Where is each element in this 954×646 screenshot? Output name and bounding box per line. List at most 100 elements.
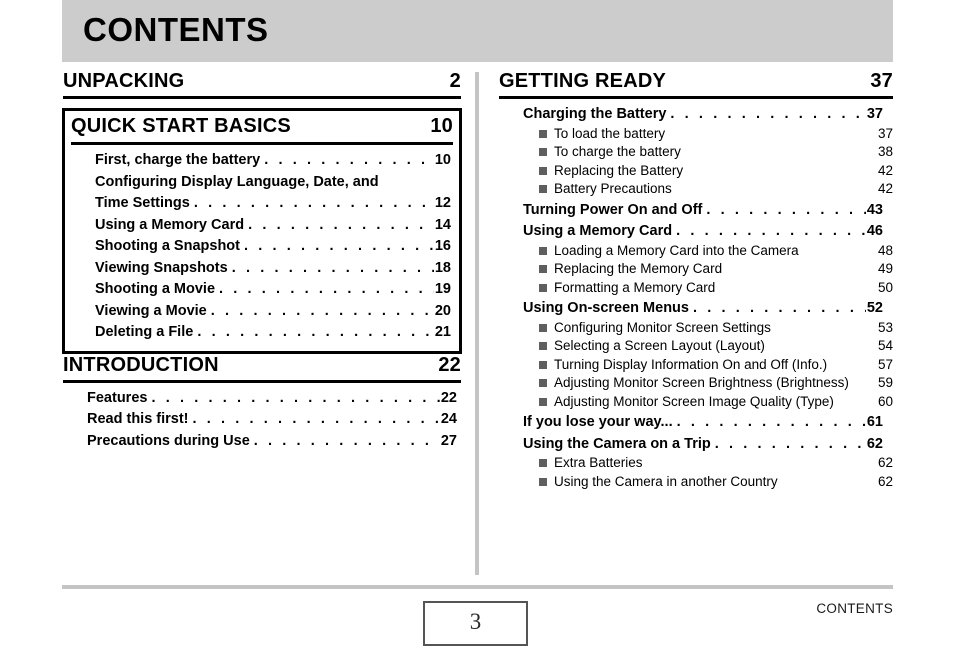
toc-subentry-page: 42: [877, 162, 893, 178]
square-bullet-icon: [539, 166, 547, 175]
toc-subentry-page: 59: [877, 375, 893, 390]
toc-leader-dots: . . . . . . . . . . . . . . . . . . . . …: [670, 106, 865, 122]
toc-section-page: 22: [438, 353, 461, 376]
toc-section-heading[interactable]: GETTING READY 37: [499, 70, 893, 99]
toc-subentry-label: To load the battery: [554, 125, 666, 141]
square-bullet-icon: [539, 129, 547, 138]
toc-entry-page: 43: [866, 201, 883, 218]
toc-entry[interactable]: Viewing a Movie. . . . . . . . . . . . .…: [71, 302, 453, 322]
toc-entry[interactable]: Using the Camera on a Trip. . . . . . . …: [499, 435, 893, 455]
toc-subentry-label: Formatting a Memory Card: [554, 279, 716, 295]
toc-leader-dots: . . . . . . . . . . . . . . . . . . . . …: [244, 238, 434, 254]
toc-entry-page: 62: [866, 435, 883, 452]
toc-right-column: GETTING READY 37 Charging the Battery. . .…: [498, 70, 894, 491]
toc-entry-label: Using a Memory Card: [523, 223, 673, 239]
toc-section-page: 2: [449, 70, 461, 92]
square-bullet-icon: [539, 185, 547, 194]
toc-entry-label: Time Settings: [95, 195, 190, 211]
page-number-box: 3: [423, 601, 528, 646]
toc-entry-label: Features: [87, 389, 148, 406]
toc-subentry[interactable]: Loading a Memory Card into the Camera 48: [499, 242, 893, 261]
toc-subentry[interactable]: Using the Camera in another Country 62: [499, 473, 893, 492]
page-title: CONTENTS: [83, 11, 269, 48]
toc-entry-label: Using On-screen Menus: [523, 300, 689, 316]
toc-entry[interactable]: Shooting a Movie. . . . . . . . . . . . …: [71, 280, 453, 300]
toc-subentry[interactable]: Replacing the Memory Card 49: [499, 260, 893, 279]
toc-entry[interactable]: If you lose your way.... . . . . . . . .…: [499, 413, 893, 433]
toc-subentry-page: 48: [877, 242, 893, 258]
toc-entry-page: 14: [434, 216, 451, 233]
footer-section-label: CONTENTS: [816, 601, 893, 616]
toc-entry-list: Features. . . . . . . . . . . . . . . . …: [63, 383, 461, 452]
toc-section-title: INTRODUCTION: [63, 353, 219, 376]
toc-subentry-label: Adjusting Monitor Screen Brightness (Bri…: [554, 375, 849, 390]
toc-leader-dots: . . . . . . . . . . . . . . . . . . . . …: [151, 389, 439, 406]
toc-entry[interactable]: Turning Power On and Off. . . . . . . . …: [499, 201, 893, 221]
toc-subentry-label: Battery Precautions: [554, 181, 672, 196]
toc-subentry-page: 38: [877, 144, 893, 159]
toc-entry-page: 46: [866, 223, 883, 239]
toc-entry-page: 20: [434, 302, 451, 319]
toc-entry-label: Using a Memory Card: [95, 216, 245, 233]
toc-entry-page: 22: [440, 389, 457, 406]
toc-entry[interactable]: Viewing Snapshots. . . . . . . . . . . .…: [71, 259, 453, 279]
toc-entry[interactable]: Using a Memory Card. . . . . . . . . . .…: [71, 216, 453, 236]
toc-leader-dots: . . . . . . . . . . . . . . . . . . . . …: [248, 216, 434, 233]
toc-leader-dots: . . . . . . . . . . . . . . . . . . . . …: [219, 281, 434, 297]
toc-subentry[interactable]: Turning Display Information On and Off (…: [499, 356, 893, 375]
toc-entry[interactable]: Read this first!. . . . . . . . . . . . …: [63, 410, 461, 430]
toc-leader-dots: . . . . . . . . . . . . . . . . . . . . …: [197, 324, 434, 340]
toc-subentry[interactable]: Selecting a Screen Layout (Layout) 54: [499, 337, 893, 356]
toc-entry-label: Shooting a Snapshot: [95, 238, 240, 254]
toc-section-heading[interactable]: UNPACKING 2: [63, 70, 461, 99]
square-bullet-icon: [539, 323, 547, 332]
toc-entry[interactable]: Deleting a File. . . . . . . . . . . . .…: [71, 323, 453, 343]
toc-subentry[interactable]: Extra Batteries 62: [499, 454, 893, 473]
toc-entry[interactable]: Configuring Display Language, Date, and.…: [71, 173, 453, 193]
toc-entry[interactable]: Charging the Battery. . . . . . . . . . …: [499, 105, 893, 125]
toc-subentry-label: To charge the battery: [554, 144, 681, 159]
toc-entry-label: Precautions during Use: [87, 432, 250, 449]
toc-subentry[interactable]: Replacing the Battery 42: [499, 162, 893, 181]
toc-entry[interactable]: Using a Memory Card. . . . . . . . . . .…: [499, 222, 893, 242]
square-bullet-icon: [539, 283, 547, 292]
toc-leader-dots: . . . . . . . . . . . . . . . . . . . . …: [676, 414, 866, 430]
toc-section-heading[interactable]: QUICK START BASICS 10: [71, 115, 453, 145]
column-divider: [475, 72, 479, 575]
toc-subentry[interactable]: Adjusting Monitor Screen Brightness (Bri…: [499, 374, 893, 393]
toc-entry-label: Viewing Snapshots: [95, 259, 228, 276]
toc-section-heading[interactable]: INTRODUCTION 22: [63, 354, 461, 383]
toc-entry[interactable]: First, charge the battery. . . . . . . .…: [71, 151, 453, 171]
toc-subentry-page: 62: [877, 473, 893, 489]
toc-entry-label: Charging the Battery: [523, 106, 667, 122]
toc-subentry[interactable]: Formatting a Memory Card 50: [499, 279, 893, 298]
square-bullet-icon: [539, 265, 547, 274]
toc-entry[interactable]: Using On-screen Menus. . . . . . . . . .…: [499, 299, 893, 319]
toc-entry-label: Deleting a File: [95, 324, 194, 340]
toc-entry[interactable]: Features. . . . . . . . . . . . . . . . …: [63, 389, 461, 409]
toc-section-title: UNPACKING: [63, 70, 185, 92]
toc-section-title: QUICK START BASICS: [71, 115, 291, 137]
toc-subentry-page: 42: [877, 181, 893, 196]
toc-leader-dots: . . . . . . . . . . . . . . . . . . . . …: [192, 411, 440, 427]
toc-section: UNPACKING 2: [62, 70, 462, 99]
toc-subentry-page: 50: [877, 279, 893, 295]
toc-entry-label: If you lose your way...: [523, 414, 673, 430]
toc-subentry[interactable]: Battery Precautions 42: [499, 180, 893, 199]
toc-leader-dots: . . . . . . . . . . . . . . . . . . . . …: [676, 223, 866, 239]
toc-entry-page: 52: [866, 300, 883, 316]
toc-subentry[interactable]: Adjusting Monitor Screen Image Quality (…: [499, 393, 893, 412]
toc-entry-page: 37: [866, 106, 883, 122]
toc-subentry[interactable]: Configuring Monitor Screen Settings 53: [499, 319, 893, 338]
square-bullet-icon: [539, 397, 547, 406]
toc-subentry-label: Replacing the Memory Card: [554, 261, 723, 276]
toc-subentry-label: Adjusting Monitor Screen Image Quality (…: [554, 393, 834, 409]
toc-entry[interactable]: Time Settings. . . . . . . . . . . . . .…: [71, 194, 453, 214]
toc-entry[interactable]: Precautions during Use. . . . . . . . . …: [63, 432, 461, 452]
toc-entry-label: Configuring Display Language, Date, and: [95, 173, 379, 190]
toc-subentry[interactable]: To load the battery 37: [499, 125, 893, 144]
toc-entry-label: Shooting a Movie: [95, 281, 216, 297]
toc-entry-label: Viewing a Movie: [95, 302, 207, 319]
toc-subentry[interactable]: To charge the battery 38: [499, 143, 893, 162]
toc-entry[interactable]: Shooting a Snapshot. . . . . . . . . . .…: [71, 237, 453, 257]
